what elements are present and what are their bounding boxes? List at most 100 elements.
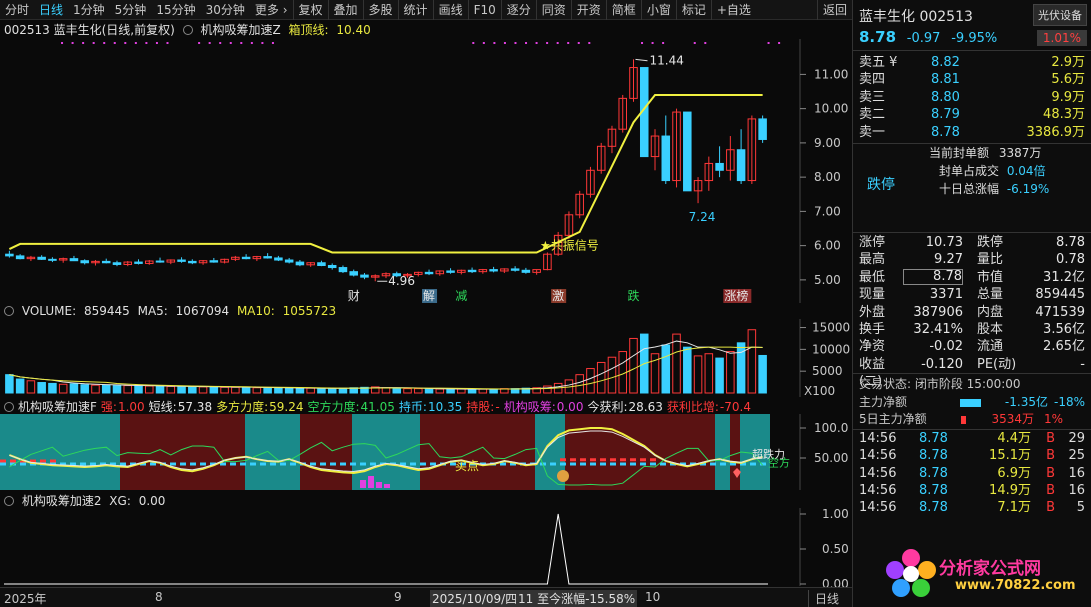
indicator-panel-name[interactable]: 机构吸筹加速F <box>18 400 97 414</box>
candle-body[interactable] <box>521 269 531 273</box>
toolbar-item-20[interactable]: 返回 <box>816 0 852 20</box>
xaxis-period[interactable]: 日线 <box>808 590 839 607</box>
toolbar-item-19[interactable]: +自选 <box>710 0 756 20</box>
indicator-chart[interactable]: 买点超跌力空方100.050.00 <box>0 414 852 490</box>
toolbar-item-0[interactable]: 分时 <box>0 0 34 20</box>
candle-body[interactable] <box>37 256 46 260</box>
indicator-circle-icon[interactable] <box>182 25 193 35</box>
ask-row[interactable]: 卖四 8.81 5.6万 <box>853 71 1091 88</box>
seal-ratio-row: 封单占成交 0.04倍 <box>939 163 1046 178</box>
event-marker[interactable]: 激 <box>552 289 564 303</box>
candle-body[interactable] <box>467 269 477 273</box>
candle-body[interactable] <box>80 260 89 264</box>
indicator-circle-icon-2[interactable] <box>4 402 14 412</box>
candle-body[interactable] <box>338 267 348 273</box>
candle-body[interactable] <box>661 135 671 182</box>
volume-bar <box>596 361 606 394</box>
quote-panel: 蓝丰生化 002513 光伏设备 8.78 -0.97 -9.95% 1.01%… <box>852 0 1091 607</box>
ask-row[interactable]: 卖三 8.80 9.9万 <box>853 89 1091 106</box>
toolbar-item-4[interactable]: 15分钟 <box>151 0 200 20</box>
toolbar-item-17[interactable]: 小窗 <box>640 0 676 20</box>
candle-body[interactable] <box>715 162 724 171</box>
signal-dot <box>556 42 559 44</box>
candle-body[interactable] <box>510 268 520 271</box>
toolbar-item-1[interactable]: 日线 <box>34 0 68 20</box>
event-marker[interactable]: 财 <box>348 289 360 303</box>
candle-body[interactable] <box>284 259 294 263</box>
toolbar-item-5[interactable]: 30分钟 <box>201 0 250 20</box>
xg-circle-icon[interactable] <box>4 496 14 506</box>
event-marker[interactable]: 减 <box>455 289 467 303</box>
toolbar-item-9[interactable]: 多股 <box>362 0 398 20</box>
signal-dot <box>198 42 201 44</box>
toolbar-item-12[interactable]: F10 <box>467 0 501 20</box>
signal-dot <box>166 42 169 44</box>
volume-bar <box>586 368 595 394</box>
candle-body[interactable] <box>446 270 455 273</box>
toolbar-item-6[interactable]: 更多 › <box>250 0 293 20</box>
xg-chart[interactable]: 1.000.500.00 <box>0 507 852 591</box>
candle-body[interactable] <box>327 264 337 269</box>
toolbar-item-10[interactable]: 统计 <box>397 0 433 20</box>
volume-circle-icon[interactable] <box>4 306 14 316</box>
candle-body[interactable] <box>69 258 79 262</box>
candle-body[interactable] <box>188 260 197 264</box>
price-tick-label: 10.00 <box>814 102 848 116</box>
price-tick-label: 9.00 <box>814 136 841 150</box>
toolbar-item-11[interactable]: 画线 <box>432 0 468 20</box>
candle-body[interactable] <box>177 259 186 262</box>
five-day-flow-row: 5日主力净额 3534万 1% <box>859 412 1064 427</box>
candle-body[interactable] <box>155 260 165 263</box>
candle-body[interactable] <box>424 271 434 275</box>
candle-body[interactable] <box>263 256 272 259</box>
price-chart[interactable]: 11.00 10.00 9.00 8.00 7.00 6.00 5.00 11.44 4.96 7… <box>0 39 852 303</box>
candle-body[interactable] <box>134 261 143 264</box>
candle-body[interactable] <box>683 111 692 192</box>
ask-row[interactable]: 卖二 8.79 48.3万 <box>853 106 1091 123</box>
box-top-line <box>8 93 763 254</box>
candle-body[interactable] <box>241 256 251 260</box>
signal-dot <box>651 42 654 44</box>
candle-body[interactable] <box>5 253 14 257</box>
event-marker[interactable]: 解 <box>423 289 435 303</box>
candle-body[interactable] <box>489 269 498 272</box>
candle-body[interactable] <box>360 274 369 278</box>
toolbar-item-15[interactable]: 开资 <box>570 0 606 20</box>
ask-row[interactable]: 卖一 8.78 3386.9万 <box>853 124 1091 141</box>
candle-body[interactable] <box>209 260 219 263</box>
indicator-name[interactable]: 机构吸筹加速Z <box>200 23 280 37</box>
volume-bar <box>58 383 68 394</box>
candle-body[interactable] <box>758 118 767 140</box>
event-marker[interactable]: 涨榜 <box>724 288 748 303</box>
toolbar-item-2[interactable]: 1分钟 <box>68 0 110 20</box>
tick-row: 14:56 8.78 14.9万 B 16 <box>859 483 1085 499</box>
signal-dot <box>641 42 644 44</box>
high-price-label: 11.44 <box>649 54 683 68</box>
xaxis-oct: 10 <box>645 590 661 604</box>
toolbar-item-7[interactable]: 复权 <box>292 0 328 20</box>
sector-badge[interactable]: 光伏设备 <box>1033 4 1087 26</box>
toolbar-item-8[interactable]: 叠加 <box>327 0 363 20</box>
volume-bar <box>478 388 488 394</box>
candle-body[interactable] <box>15 255 25 260</box>
candle-body[interactable] <box>736 149 746 182</box>
volume-bar <box>446 388 455 394</box>
toolbar-item-16[interactable]: 简框 <box>605 0 641 20</box>
candle-body[interactable] <box>112 262 122 265</box>
candle-body[interactable] <box>274 257 283 261</box>
xg-indicator-name[interactable]: 机构吸筹加速2 <box>22 494 102 508</box>
candle-body[interactable] <box>101 260 111 264</box>
candle-body[interactable] <box>349 271 358 276</box>
toolbar-item-13[interactable]: 逐分 <box>500 0 536 20</box>
toolbar-item-14[interactable]: 同资 <box>535 0 571 20</box>
toolbar-item-3[interactable]: 5分钟 <box>110 0 152 20</box>
box-top-label: 箱顶线: <box>288 23 329 37</box>
candle-body[interactable] <box>317 262 326 266</box>
event-marker[interactable]: 跌 <box>627 288 639 303</box>
toolbar-item-18[interactable]: 标记 <box>675 0 711 20</box>
candle-body[interactable] <box>48 258 57 261</box>
volume-chart[interactable]: 15000 10000 5000 X100 <box>0 319 852 398</box>
stat-row: 最高 9.27 量比 0.78 <box>859 252 1085 268</box>
ask-row[interactable]: 卖五 ¥8.82 2.9万 <box>853 54 1091 71</box>
candle-body[interactable] <box>295 261 305 266</box>
